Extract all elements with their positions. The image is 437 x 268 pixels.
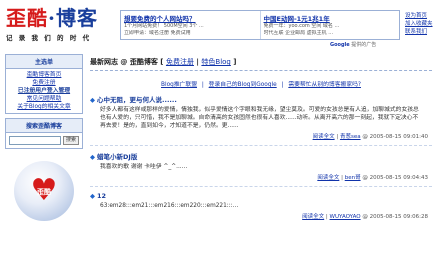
featured-blog-link[interactable]: 特色Blog [201, 58, 230, 66]
ad-column-2[interactable]: 中国E动网-1元1兆1年 免费一年：yoo.com 空间 域名 ... 时代互联… [259, 11, 400, 39]
ad-footer-text: 提供的广告 [351, 42, 377, 48]
post-item: ◆ 心中无阻，更与何人说...... 好多人都有这样或那样的爱情，情独我，似乎爱情… [90, 94, 432, 140]
post-title[interactable]: ◆ 12 [90, 192, 432, 200]
post-author-link[interactable]: 青葱sea [340, 134, 361, 140]
badge-text: 歪酷 [37, 188, 51, 196]
post-time: @ 2005-08-15 09:06:28 [362, 214, 428, 220]
nav-item-faq[interactable]: 常见问题帮助 [6, 95, 82, 103]
bullet-icon: ◆ [90, 96, 95, 104]
post-item: ◆ 蜡笔小新DJ版 我喜欢的歌 谢谢 卡哇伊 ^_^...... 阅读全文 | b… [90, 151, 432, 181]
logo-title: 歪酷·博客 [6, 6, 106, 30]
blog-alliance-link[interactable]: Blog推广联盟 [161, 82, 197, 88]
main-content: 最新网志 @ 歪酷博客 [ 免费注册 | 特色Blog ] Blog推广联盟 |… [90, 54, 432, 220]
heart-badge[interactable]: ♥ 歪酷 [14, 161, 74, 221]
sidebar: 主选单 歪酷博客首页 免费注册 已注册用户登入管理 常见问题帮助 关于Blog的… [5, 54, 83, 221]
post-body: 63:em28:::em21:::em216:::em220:::em221::… [100, 203, 239, 209]
search-box: 搜索歪酷博客 搜索 [5, 118, 83, 149]
post-author-link[interactable]: ben哥 [345, 175, 361, 181]
nav-item-login[interactable]: 已注册用户登入管理 [6, 87, 82, 95]
divider [90, 186, 432, 187]
ad-title-2[interactable]: 中国E动网-1元1兆1年 [264, 13, 397, 23]
nav-item-home[interactable]: 歪酷博客首页 [6, 71, 82, 79]
contact-us-link[interactable]: 联系我们 [405, 28, 435, 36]
page-title: 最新网志 @ 歪酷博客 [ 免费注册 | 特色Blog ] [90, 54, 432, 71]
ad-title-1[interactable]: 想要免费的个人网站吗？ [124, 13, 257, 23]
search-button[interactable]: 搜索 [63, 136, 79, 145]
nav-item-about-blog[interactable]: 关于Blog的相关文章 [6, 103, 82, 111]
logo-blue-text: 博客 [55, 6, 98, 30]
search-box-title: 搜索歪酷博客 [6, 119, 82, 133]
page-title-text: 最新网志 @ 歪酷博客 [90, 58, 158, 66]
read-more-link[interactable]: 阅读全文 [313, 134, 335, 140]
google-ad-box: 想要免费的个人网站吗？ 1个月网站免费！ 500M空间 3个 ... 立即申请：… [120, 10, 400, 40]
post-author-link[interactable]: WUYAOYAO [330, 214, 361, 220]
add-favorite-link[interactable]: 加入收藏夹 [405, 20, 435, 28]
ad-line: 立即申请：域名注册 免费试用 [124, 29, 191, 36]
logo-red-text: 歪酷 [6, 6, 48, 30]
blog-move-link[interactable]: 需要帮忙从别的博客搬家吗? [288, 82, 361, 88]
google-brand: Google [330, 42, 350, 48]
google-submit-link[interactable]: 登录自己的Blog到Google [209, 82, 277, 88]
read-more-link[interactable]: 阅读全文 [302, 214, 324, 220]
logo-sep: · [48, 6, 56, 30]
site-logo[interactable]: 歪酷·博客 记 录 我 们 的 时 代 [6, 6, 106, 48]
ad-footer[interactable]: Google 提供的广告 [330, 41, 376, 48]
top-links: 设为首页 加入收藏夹 联系我们 [405, 12, 435, 36]
post-body: 我喜欢的歌 谢谢 卡哇伊 ^_^...... [100, 164, 188, 170]
set-homepage-link[interactable]: 设为首页 [405, 12, 435, 20]
register-link[interactable]: 免费注册 [166, 58, 194, 66]
ad-column-1[interactable]: 想要免费的个人网站吗？ 1个月网站免费！ 500M空间 3个 ... 立即申请：… [121, 11, 260, 39]
post-body: 好多人都有这样或那样的爱情，情独我，似乎爱情这个字眼和我无缘，望尘莫及。可爱的女… [100, 107, 419, 129]
logo-tagline: 记 录 我 们 的 时 代 [6, 34, 92, 42]
nav-menu: 主选单 歪酷博客首页 免费注册 已注册用户登入管理 常见问题帮助 关于Blog的… [5, 54, 83, 114]
nav-item-register[interactable]: 免费注册 [6, 79, 82, 87]
bullet-icon: ◆ [90, 153, 95, 161]
post-title[interactable]: ◆ 心中无阻，更与何人说...... [90, 94, 432, 104]
post-title[interactable]: ◆ 蜡笔小新DJ版 [90, 151, 432, 161]
post-time: @ 2005-08-15 09:01:40 [362, 134, 428, 140]
divider [90, 145, 432, 146]
ad-line: 时代互联 企业邮局 虚拟主机 ... [263, 29, 334, 36]
read-more-link[interactable]: 阅读全文 [317, 175, 339, 181]
post-meta: 阅读全文 | ben哥 @ 2005-08-15 09:04:43 [317, 175, 428, 181]
post-meta: 阅读全文 | 青葱sea @ 2005-08-15 09:01:40 [312, 134, 428, 140]
post-time: @ 2005-08-15 09:04:43 [362, 175, 428, 181]
bullet-icon: ◆ [90, 192, 95, 200]
search-input[interactable] [9, 136, 61, 145]
post-item: ◆ 12 63:em28:::em21:::em216:::em220:::em2… [90, 192, 432, 220]
post-meta: 阅读全文 | WUYAOYAO @ 2005-08-15 09:06:28 [302, 214, 428, 220]
nav-menu-title: 主选单 [6, 55, 82, 69]
sub-links: Blog推广联盟 | 登录自己的Blog到Google | 需要帮忙从别的博客搬… [161, 82, 361, 88]
